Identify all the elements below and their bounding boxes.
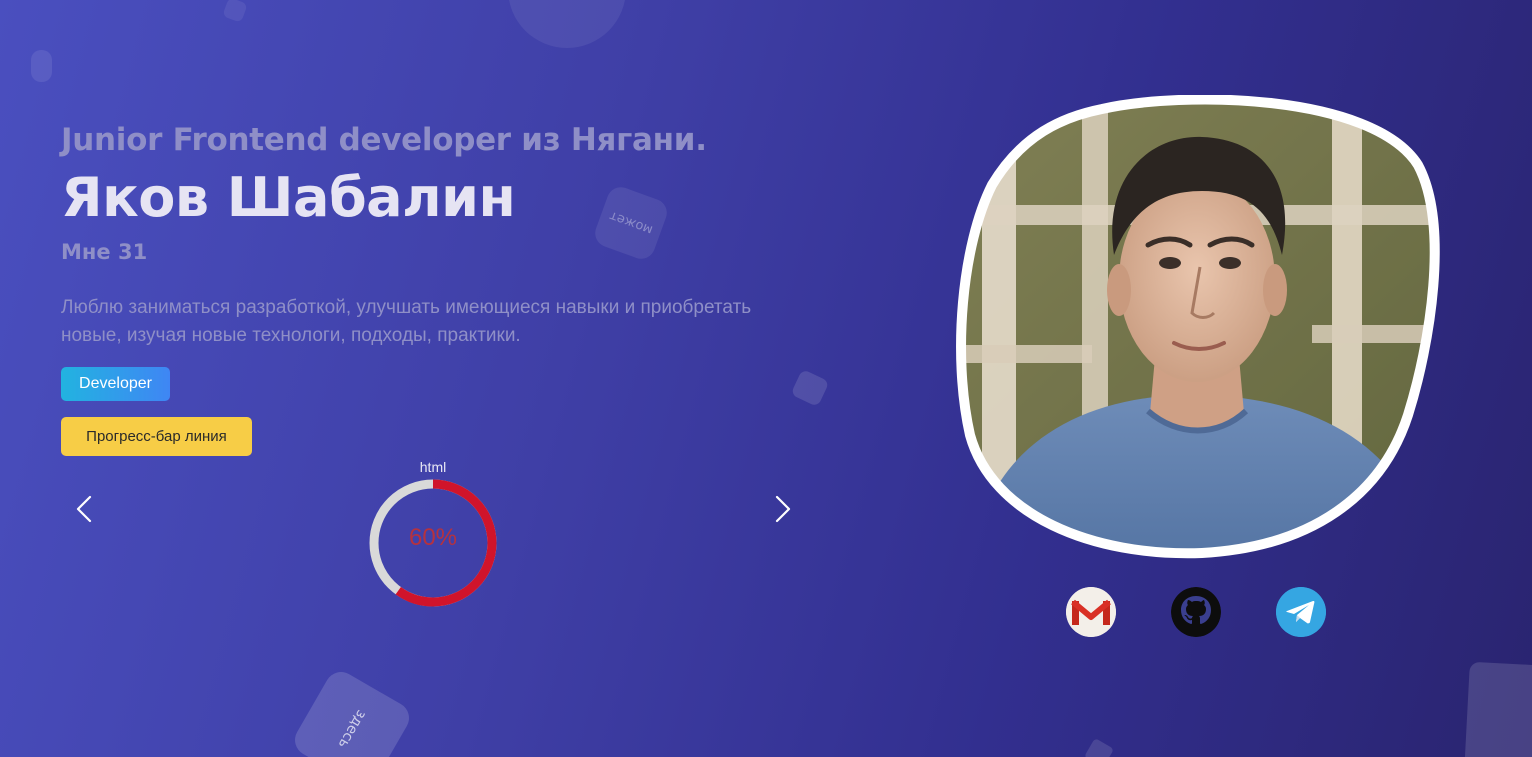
- gmail-icon: [1066, 587, 1116, 637]
- decor-tile-bottom: [1083, 737, 1115, 757]
- about-text: Люблю заниматься разработкой, улучшать и…: [61, 297, 752, 346]
- hero-section: может здесь Junior Frontend developer из…: [0, 0, 1532, 757]
- decor-tile-right: [1464, 661, 1532, 757]
- skill-percent: 60%: [408, 524, 458, 551]
- decor-square-small: [222, 0, 248, 23]
- decor-tile-zdes-text: здесь: [334, 706, 370, 752]
- decor-tile-zdes: здесь: [289, 666, 415, 757]
- profile-photo: [956, 95, 1440, 559]
- decor-tile-small: [790, 368, 830, 408]
- gmail-link[interactable]: [1066, 587, 1116, 637]
- decor-circle: [508, 0, 626, 48]
- decor-pill: [31, 50, 52, 82]
- decor-tile-mozhet: может: [591, 183, 671, 263]
- telegram-icon: [1276, 587, 1326, 637]
- progress-bar-line-button[interactable]: Прогресс-бар линия: [61, 417, 252, 456]
- person-name: Яков Шабалин: [61, 166, 516, 229]
- slider-prev-button[interactable]: [70, 493, 100, 525]
- github-link[interactable]: [1171, 587, 1221, 637]
- skill-name: html: [419, 459, 447, 475]
- chevron-right-icon: [775, 495, 791, 523]
- job-subtitle: Junior Frontend developer из Нягани.: [61, 122, 707, 158]
- github-icon: [1171, 587, 1221, 637]
- telegram-link[interactable]: [1276, 587, 1326, 637]
- slider-next-button[interactable]: [767, 493, 797, 525]
- age-text: Мне 31: [61, 240, 148, 264]
- developer-badge[interactable]: Developer: [61, 367, 170, 401]
- decor-tile-mozhet-text: может: [607, 208, 655, 238]
- chevron-left-icon: [76, 495, 92, 523]
